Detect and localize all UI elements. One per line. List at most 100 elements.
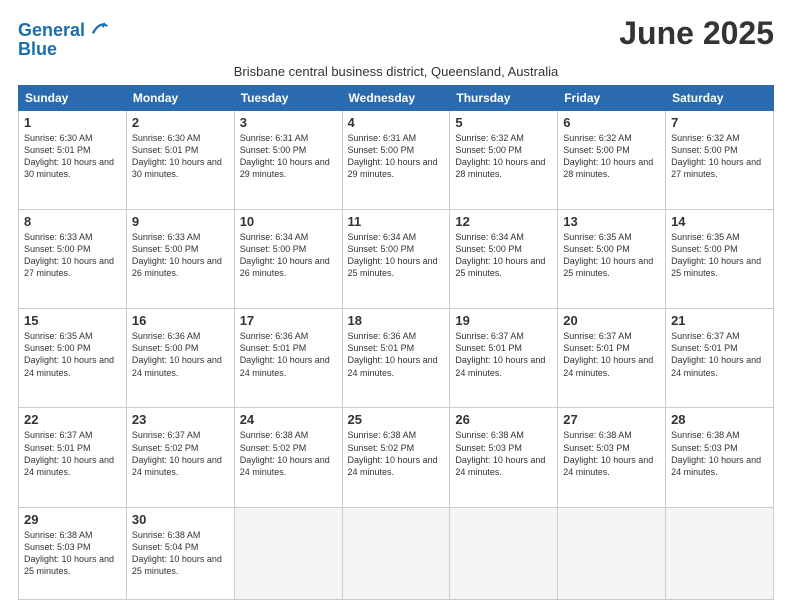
calendar-cell: 10 Sunrise: 6:34 AMSunset: 5:00 PMDayligh… <box>234 209 342 308</box>
cell-info: Sunrise: 6:32 AMSunset: 5:00 PMDaylight:… <box>455 132 552 181</box>
calendar-cell: 9 Sunrise: 6:33 AMSunset: 5:00 PMDaylight… <box>126 209 234 308</box>
day-number: 21 <box>671 313 768 328</box>
col-sunday: Sunday <box>19 85 127 110</box>
day-number: 5 <box>455 115 552 130</box>
day-number: 4 <box>348 115 445 130</box>
calendar-cell: 12Sunrise: 6:34 AMSunset: 5:00 PMDayligh… <box>450 209 558 308</box>
calendar-cell: 25 Sunrise: 6:38 AMSunset: 5:02 PMDayligh… <box>342 408 450 507</box>
cell-info: Sunrise: 6:32 AMSunset: 5:00 PMDaylight:… <box>671 132 768 181</box>
calendar-cell: 30 Sunrise: 6:38 AMSunset: 5:04 PMDayligh… <box>126 507 234 599</box>
cell-info: Sunrise: 6:37 AMSunset: 5:01 PMDaylight:… <box>671 330 768 379</box>
col-saturday: Saturday <box>666 85 774 110</box>
cell-info: Sunrise: 6:38 AMSunset: 5:04 PMDaylight:… <box>132 529 229 578</box>
calendar-table: Sunday Monday Tuesday Wednesday Thursday… <box>18 85 774 600</box>
col-tuesday: Tuesday <box>234 85 342 110</box>
calendar-cell <box>342 507 450 599</box>
calendar-cell: 18Sunrise: 6:36 AMSunset: 5:01 PMDayligh… <box>342 309 450 408</box>
cell-info: Sunrise: 6:35 AMSunset: 5:00 PMDaylight:… <box>24 330 121 379</box>
day-number: 24 <box>240 412 337 427</box>
calendar-cell <box>234 507 342 599</box>
calendar-week-5: 29Sunrise: 6:38 AMSunset: 5:03 PMDayligh… <box>19 507 774 599</box>
calendar-cell: 15 Sunrise: 6:35 AMSunset: 5:00 PMDayligh… <box>19 309 127 408</box>
calendar-cell: 17 Sunrise: 6:36 AMSunset: 5:01 PMDayligh… <box>234 309 342 408</box>
calendar-cell: 23 Sunrise: 6:37 AMSunset: 5:02 PMDayligh… <box>126 408 234 507</box>
calendar-cell: 1 Sunrise: 6:30 AMSunset: 5:01 PMDaylight… <box>19 110 127 209</box>
cell-info: Sunrise: 6:34 AMSunset: 5:00 PMDaylight:… <box>348 231 445 280</box>
calendar-cell: 3 Sunrise: 6:31 AMSunset: 5:00 PMDaylight… <box>234 110 342 209</box>
calendar-cell: 4Sunrise: 6:31 AMSunset: 5:00 PMDaylight… <box>342 110 450 209</box>
cell-info: Sunrise: 6:37 AMSunset: 5:01 PMDaylight:… <box>455 330 552 379</box>
cell-info: Sunrise: 6:33 AMSunset: 5:00 PMDaylight:… <box>24 231 121 280</box>
cell-info: Sunrise: 6:33 AMSunset: 5:00 PMDaylight:… <box>132 231 229 280</box>
cell-info: Sunrise: 6:35 AMSunset: 5:00 PMDaylight:… <box>563 231 660 280</box>
calendar-cell <box>558 507 666 599</box>
calendar-cell: 2 Sunrise: 6:30 AMSunset: 5:01 PMDaylight… <box>126 110 234 209</box>
cell-info: Sunrise: 6:32 AMSunset: 5:00 PMDaylight:… <box>563 132 660 181</box>
day-number: 23 <box>132 412 229 427</box>
day-number: 7 <box>671 115 768 130</box>
header-row: Sunday Monday Tuesday Wednesday Thursday… <box>19 85 774 110</box>
calendar-cell: 20 Sunrise: 6:37 AMSunset: 5:01 PMDayligh… <box>558 309 666 408</box>
col-wednesday: Wednesday <box>342 85 450 110</box>
day-number: 19 <box>455 313 552 328</box>
day-number: 18 <box>348 313 445 328</box>
col-thursday: Thursday <box>450 85 558 110</box>
day-number: 1 <box>24 115 121 130</box>
day-number: 8 <box>24 214 121 229</box>
cell-info: Sunrise: 6:38 AMSunset: 5:02 PMDaylight:… <box>348 429 445 478</box>
calendar-week-4: 22Sunrise: 6:37 AMSunset: 5:01 PMDayligh… <box>19 408 774 507</box>
cell-info: Sunrise: 6:30 AMSunset: 5:01 PMDaylight:… <box>24 132 121 181</box>
logo: General Blue <box>18 18 109 60</box>
calendar-cell: 11 Sunrise: 6:34 AMSunset: 5:00 PMDayligh… <box>342 209 450 308</box>
day-number: 26 <box>455 412 552 427</box>
subtitle: Brisbane central business district, Quee… <box>18 64 774 79</box>
day-number: 6 <box>563 115 660 130</box>
day-number: 14 <box>671 214 768 229</box>
calendar-cell: 27 Sunrise: 6:38 AMSunset: 5:03 PMDayligh… <box>558 408 666 507</box>
day-number: 27 <box>563 412 660 427</box>
cell-info: Sunrise: 6:36 AMSunset: 5:00 PMDaylight:… <box>132 330 229 379</box>
day-number: 30 <box>132 512 229 527</box>
day-number: 15 <box>24 313 121 328</box>
calendar-cell: 22Sunrise: 6:37 AMSunset: 5:01 PMDayligh… <box>19 408 127 507</box>
day-number: 13 <box>563 214 660 229</box>
cell-info: Sunrise: 6:37 AMSunset: 5:01 PMDaylight:… <box>24 429 121 478</box>
calendar-cell <box>666 507 774 599</box>
day-number: 2 <box>132 115 229 130</box>
day-number: 16 <box>132 313 229 328</box>
day-number: 28 <box>671 412 768 427</box>
cell-info: Sunrise: 6:38 AMSunset: 5:03 PMDaylight:… <box>24 529 121 578</box>
day-number: 11 <box>348 214 445 229</box>
day-number: 20 <box>563 313 660 328</box>
day-number: 9 <box>132 214 229 229</box>
calendar-week-1: 1 Sunrise: 6:30 AMSunset: 5:01 PMDaylight… <box>19 110 774 209</box>
title-block: June 2025 <box>619 16 774 51</box>
day-number: 25 <box>348 412 445 427</box>
cell-info: Sunrise: 6:38 AMSunset: 5:03 PMDaylight:… <box>563 429 660 478</box>
header: General Blue June 2025 <box>18 16 774 60</box>
day-number: 3 <box>240 115 337 130</box>
cell-info: Sunrise: 6:36 AMSunset: 5:01 PMDaylight:… <box>240 330 337 379</box>
calendar-cell: 19 Sunrise: 6:37 AMSunset: 5:01 PMDayligh… <box>450 309 558 408</box>
cell-info: Sunrise: 6:34 AMSunset: 5:00 PMDaylight:… <box>240 231 337 280</box>
calendar-cell: 6 Sunrise: 6:32 AMSunset: 5:00 PMDaylight… <box>558 110 666 209</box>
cell-info: Sunrise: 6:35 AMSunset: 5:00 PMDaylight:… <box>671 231 768 280</box>
cell-info: Sunrise: 6:30 AMSunset: 5:01 PMDaylight:… <box>132 132 229 181</box>
calendar-cell: 26Sunrise: 6:38 AMSunset: 5:03 PMDayligh… <box>450 408 558 507</box>
calendar-week-2: 8 Sunrise: 6:33 AMSunset: 5:00 PMDaylight… <box>19 209 774 308</box>
day-number: 10 <box>240 214 337 229</box>
col-monday: Monday <box>126 85 234 110</box>
calendar-cell: 21 Sunrise: 6:37 AMSunset: 5:01 PMDayligh… <box>666 309 774 408</box>
calendar-cell: 24 Sunrise: 6:38 AMSunset: 5:02 PMDayligh… <box>234 408 342 507</box>
day-number: 17 <box>240 313 337 328</box>
calendar-cell: 29Sunrise: 6:38 AMSunset: 5:03 PMDayligh… <box>19 507 127 599</box>
cell-info: Sunrise: 6:34 AMSunset: 5:00 PMDaylight:… <box>455 231 552 280</box>
cell-info: Sunrise: 6:31 AMSunset: 5:00 PMDaylight:… <box>240 132 337 181</box>
month-title: June 2025 <box>619 16 774 51</box>
calendar-cell: 28Sunrise: 6:38 AMSunset: 5:03 PMDayligh… <box>666 408 774 507</box>
cell-info: Sunrise: 6:37 AMSunset: 5:01 PMDaylight:… <box>563 330 660 379</box>
cell-info: Sunrise: 6:38 AMSunset: 5:02 PMDaylight:… <box>240 429 337 478</box>
col-friday: Friday <box>558 85 666 110</box>
calendar-cell: 7 Sunrise: 6:32 AMSunset: 5:00 PMDaylight… <box>666 110 774 209</box>
cell-info: Sunrise: 6:37 AMSunset: 5:02 PMDaylight:… <box>132 429 229 478</box>
